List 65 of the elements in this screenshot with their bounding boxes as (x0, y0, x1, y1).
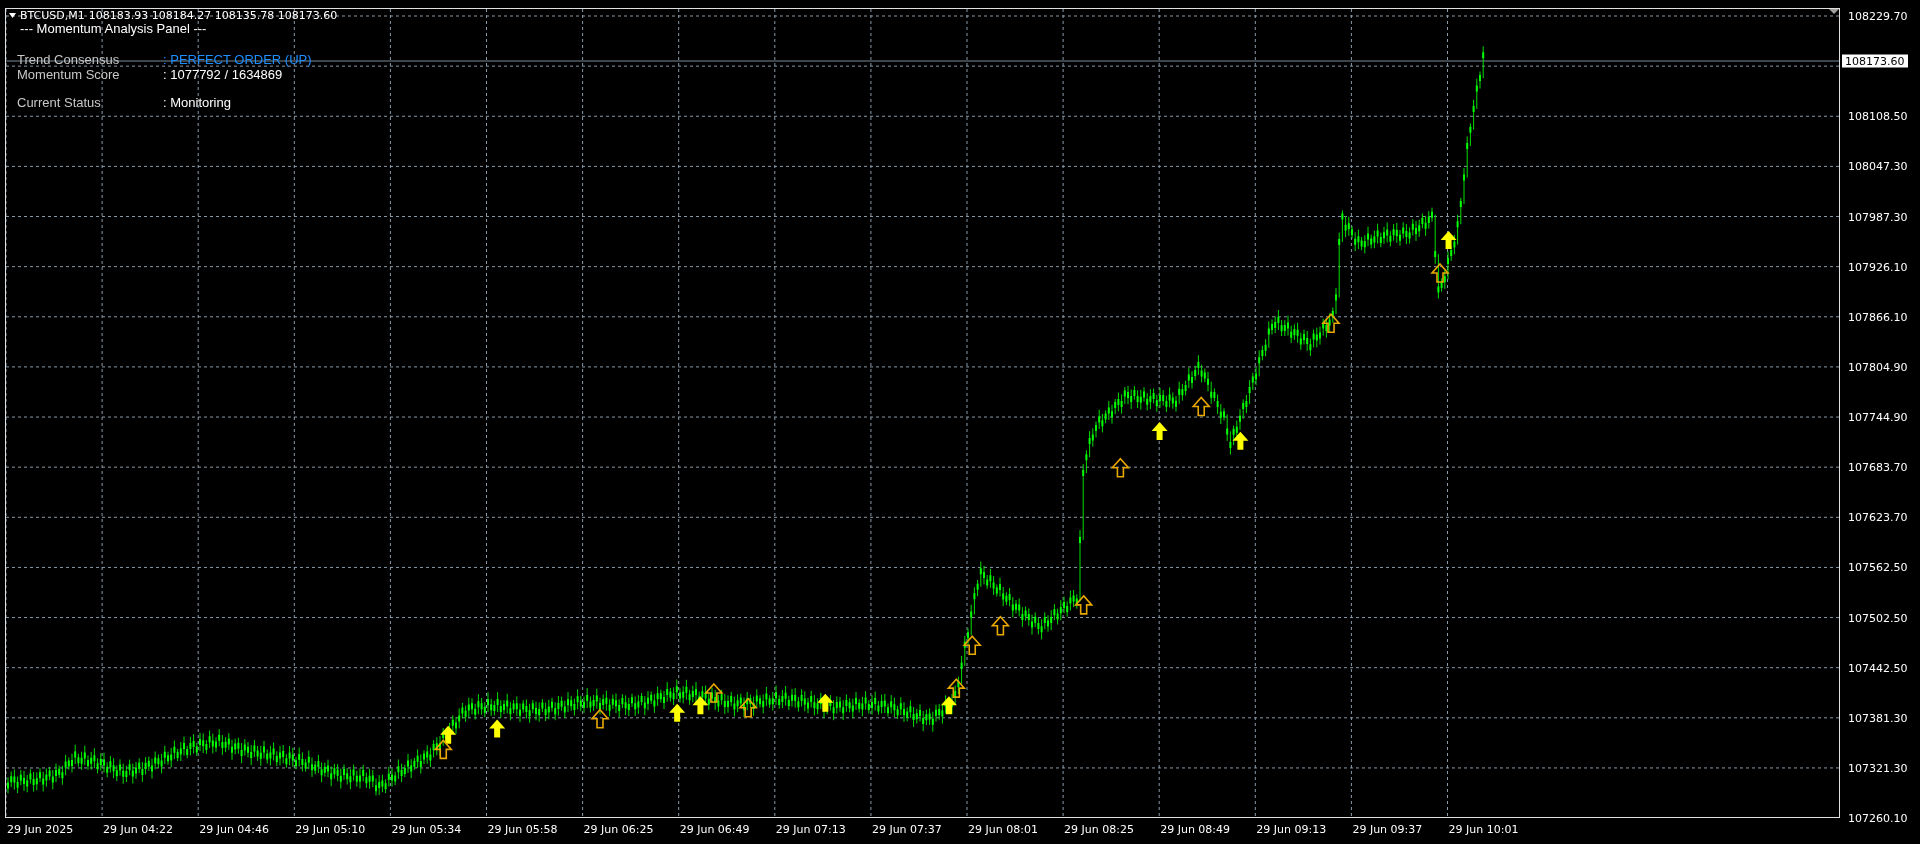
up-arrow-icon (962, 635, 983, 656)
up-arrow-icon (669, 703, 686, 722)
up-arrow-icon (1321, 313, 1341, 334)
time-label: 29 Jun 05:10 (295, 823, 366, 836)
time-label: 29 Jun 10:01 (1448, 823, 1519, 836)
up-arrow-icon (1430, 262, 1450, 283)
current-price-tag: 108173.60 (1842, 54, 1908, 68)
price-label: 107804.90 (1848, 360, 1908, 374)
time-label: 29 Jun 08:49 (1160, 823, 1231, 836)
up-arrow-icon (990, 615, 1011, 636)
price-label: 107562.50 (1848, 560, 1908, 574)
panel-value: : 1077792 / 1634869 (163, 67, 283, 82)
up-arrow-icon (1151, 422, 1168, 440)
chart-shift-marker-icon (1829, 9, 1839, 14)
panel-title: --- Momentum Analysis Panel --- (20, 21, 208, 36)
time-label: 29 Jun 05:58 (487, 823, 558, 836)
price-label: 107683.70 (1848, 460, 1908, 474)
up-arrow-icon (1110, 457, 1131, 478)
time-label: 29 Jun 2025 (7, 823, 74, 836)
up-arrow-icon (433, 739, 454, 760)
panel-label: Trend Consensus (17, 52, 121, 67)
panel-label: Current Status (17, 95, 102, 110)
time-label: 29 Jun 04:46 (199, 823, 270, 836)
time-label: 29 Jun 05:34 (391, 823, 462, 836)
time-label: 29 Jun 08:01 (968, 823, 1038, 836)
price-label: 107260.10 (1848, 811, 1908, 825)
up-arrow-icon (489, 719, 506, 738)
time-label: 29 Jun 09:13 (1256, 823, 1327, 836)
time-label: 29 Jun 04:22 (103, 823, 173, 836)
up-arrow-icon (590, 708, 610, 729)
ohlc-quotes: 108183.93 108184.27 108135.78 108173.60 (88, 9, 338, 22)
up-arrow-icon (941, 696, 957, 715)
symbol-label: BTCUSD,M1 (20, 9, 85, 22)
panel-value: : PERFECT ORDER (UP) (163, 52, 312, 67)
price-label: 108108.50 (1848, 109, 1908, 123)
price-label: 107442.50 (1848, 661, 1908, 675)
price-label: 107866.10 (1848, 310, 1908, 324)
time-label: 29 Jun 06:49 (679, 823, 750, 836)
up-arrow-icon (1191, 396, 1211, 417)
price-label: 108047.30 (1848, 159, 1908, 173)
time-label: 29 Jun 07:37 (871, 823, 942, 836)
price-label: 107321.30 (1848, 761, 1908, 775)
price-label: 108229.70 (1848, 9, 1908, 23)
up-arrow-icon (1073, 594, 1094, 615)
up-arrow-icon (440, 725, 457, 744)
time-label: 29 Jun 09:37 (1352, 823, 1423, 836)
up-arrow-icon (1440, 231, 1457, 249)
up-arrow-icon (692, 696, 709, 715)
time-label: 29 Jun 07:13 (775, 823, 846, 836)
up-arrow-icon (1232, 431, 1249, 450)
up-arrow-icon (817, 693, 834, 712)
price-label: 107987.30 (1848, 210, 1908, 223)
panel-value: : Monitoring (163, 95, 231, 110)
up-arrow-icon (946, 677, 967, 698)
panel-label: Momentum Score (17, 67, 121, 82)
time-label: 29 Jun 06:25 (583, 823, 654, 836)
up-arrow-icon (704, 682, 724, 703)
up-arrow-icon (738, 697, 758, 718)
time-label: 29 Jun 08:25 (1064, 823, 1134, 836)
price-label: 107744.90 (1848, 410, 1908, 424)
price-label: 107926.10 (1848, 260, 1908, 274)
price-label: 107623.70 (1848, 510, 1908, 524)
collapse-triangle-icon (9, 13, 16, 18)
price-label: 107381.30 (1848, 711, 1908, 725)
price-label: 107502.50 (1848, 611, 1908, 625)
